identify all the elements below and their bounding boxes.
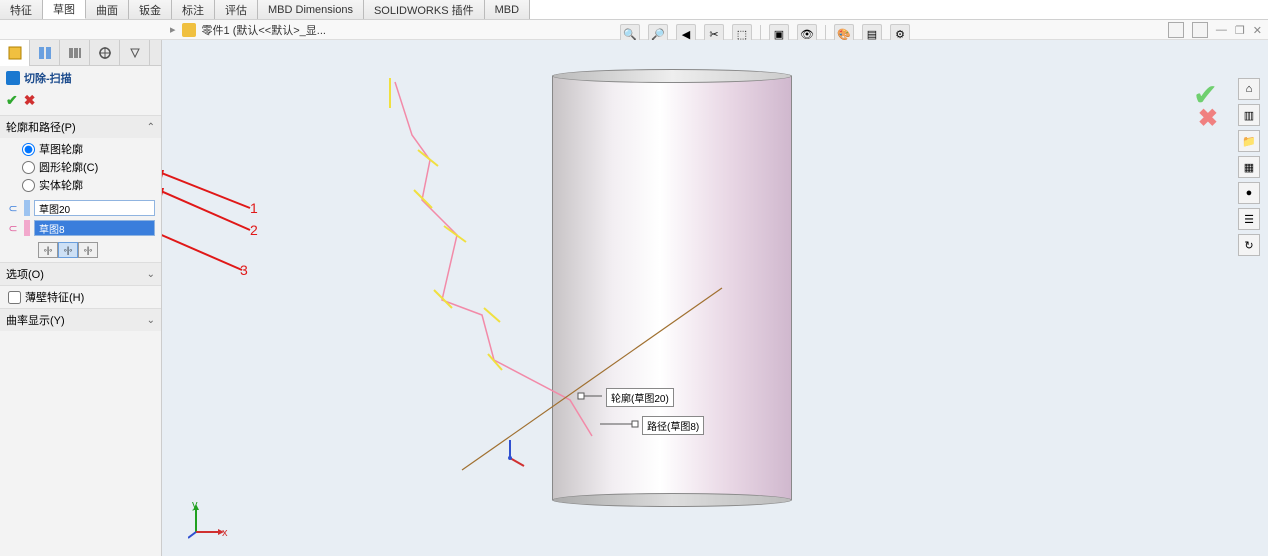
options-header[interactable]: 选项(O) ⌄	[0, 263, 161, 285]
custom-properties-icon[interactable]: ☰	[1238, 208, 1260, 230]
callout-path[interactable]: 路径(草图8)	[642, 416, 704, 435]
file-explorer-icon[interactable]: ▦	[1238, 156, 1260, 178]
annotation-2: 2	[250, 222, 258, 238]
profile-path-header[interactable]: 轮廓和路径(P) ⌃	[0, 116, 161, 138]
window-restore-icon[interactable]: ❐	[1235, 24, 1245, 37]
breadcrumb-bar: ▸ 零件1 (默认<<默认>_显... 🔍 🔎 ◀ ✂ ⬚ ▣ 👁 🎨 ▤ ⚙ …	[0, 20, 1268, 40]
sweep-alignment-toggle: ◦|◦ ◦|◦ ◦|◦	[0, 238, 161, 262]
tab-solidworks-addins[interactable]: SOLIDWORKS 插件	[364, 0, 485, 19]
part-icon	[182, 23, 196, 37]
tab-features[interactable]: 特征	[0, 0, 43, 19]
radio-circular-profile-label: 圆形轮廓(C)	[39, 159, 98, 175]
display-manager-tab-icon[interactable]	[120, 40, 150, 66]
property-manager-tab-icon[interactable]	[30, 40, 60, 66]
alignment-option-2[interactable]: ◦|◦	[58, 242, 78, 258]
alignment-option-3[interactable]: ◦|◦	[78, 242, 98, 258]
breadcrumb-text[interactable]: 零件1 (默认<<默认>_显...	[202, 22, 326, 38]
tab-surfaces[interactable]: 曲面	[86, 0, 129, 19]
path-color-strip	[24, 220, 30, 236]
chevron-down-icon: ⌄	[147, 269, 155, 280]
radio-sketch-profile-label: 草图轮廓	[39, 141, 83, 157]
options-header-label: 选项(O)	[6, 266, 44, 282]
radio-solid-profile[interactable]: 实体轮廓	[22, 176, 161, 194]
swept-cut-icon	[6, 71, 20, 85]
radio-sketch-profile[interactable]: 草图轮廓	[22, 140, 161, 158]
thin-feature-checkbox[interactable]	[8, 291, 21, 304]
design-library-icon[interactable]: 📁	[1238, 130, 1260, 152]
task-pane: ⌂ ▥ 📁 ▦ ● ☰ ↻	[1238, 78, 1262, 256]
thin-feature-label: 薄壁特征(H)	[25, 289, 84, 305]
feature-title-row: 切除-扫描	[0, 66, 161, 90]
property-manager-panel: 切除-扫描 ✔ ✖ 轮廓和路径(P) ⌃ 草图轮廓 圆形轮廓(C)	[0, 40, 162, 556]
path-selection-field[interactable]: 草图8	[34, 220, 155, 236]
configuration-manager-tab-icon[interactable]	[60, 40, 90, 66]
cancel-x-icon[interactable]: ✖	[1198, 104, 1218, 133]
window-controls: — ❐ ✕	[1168, 22, 1262, 38]
profile-selection-field[interactable]: 草图20	[34, 200, 155, 216]
cancel-button[interactable]: ✖	[24, 92, 36, 109]
curvature-display-header[interactable]: 曲率显示(Y) ⌄	[0, 309, 161, 331]
cylinder-body	[552, 76, 792, 500]
window-close-icon[interactable]: ✕	[1253, 24, 1262, 37]
appearances-icon[interactable]: ●	[1238, 182, 1260, 204]
tab-annotate[interactable]: 标注	[172, 0, 215, 19]
svg-text:x: x	[222, 527, 228, 539]
curvature-display-label: 曲率显示(Y)	[6, 312, 65, 328]
annotation-3: 3	[240, 262, 248, 278]
manager-tabs	[0, 40, 161, 66]
thin-feature-row[interactable]: 薄壁特征(H)	[0, 286, 161, 308]
chevron-down-icon: ⌄	[147, 315, 155, 326]
home-icon[interactable]: ⌂	[1238, 78, 1260, 100]
graphics-viewport[interactable]: ✔ ✖ ⌂ ▥ 📁 ▦ ● ☰ ↻	[162, 40, 1268, 556]
feature-manager-tab-icon[interactable]	[0, 40, 30, 66]
alignment-option-1[interactable]: ◦|◦	[38, 242, 58, 258]
forum-icon[interactable]: ↻	[1238, 234, 1260, 256]
profile-field-icon: ⊂	[6, 201, 20, 215]
tab-sheet-metal[interactable]: 钣金	[129, 0, 172, 19]
callout-profile[interactable]: 轮廓(草图20)	[606, 388, 674, 407]
profile-path-header-label: 轮廓和路径(P)	[6, 119, 76, 135]
radio-circular-profile-input[interactable]	[22, 161, 35, 174]
radio-solid-profile-input[interactable]	[22, 179, 35, 192]
radio-solid-profile-label: 实体轮廓	[39, 177, 83, 193]
annotation-1: 1	[250, 200, 258, 216]
tab-mbd[interactable]: MBD	[485, 0, 530, 19]
ok-button[interactable]: ✔	[6, 92, 18, 109]
feature-title: 切除-扫描	[24, 70, 72, 86]
resources-icon[interactable]: ▥	[1238, 104, 1260, 126]
path-field-icon: ⊂	[6, 221, 20, 235]
tab-mbd-dimensions[interactable]: MBD Dimensions	[258, 0, 364, 19]
command-manager-tabs: 特征 草图 曲面 钣金 标注 评估 MBD Dimensions SOLIDWO…	[0, 0, 1268, 20]
breadcrumb-expand-icon[interactable]: ▸	[170, 23, 176, 36]
window-minimize-icon[interactable]: —	[1216, 24, 1227, 36]
svg-text:y: y	[192, 500, 198, 511]
tab-evaluate[interactable]: 评估	[215, 0, 258, 19]
tab-sketch[interactable]: 草图	[43, 0, 86, 19]
window-cascade-icon[interactable]	[1192, 22, 1208, 38]
view-triad: x y	[188, 500, 228, 540]
window-tile-icon[interactable]	[1168, 22, 1184, 38]
radio-circular-profile[interactable]: 圆形轮廓(C)	[22, 158, 161, 176]
chevron-up-icon: ⌃	[147, 122, 155, 133]
profile-color-strip	[24, 200, 30, 216]
dimxpert-manager-tab-icon[interactable]	[90, 40, 120, 66]
radio-sketch-profile-input[interactable]	[22, 143, 35, 156]
